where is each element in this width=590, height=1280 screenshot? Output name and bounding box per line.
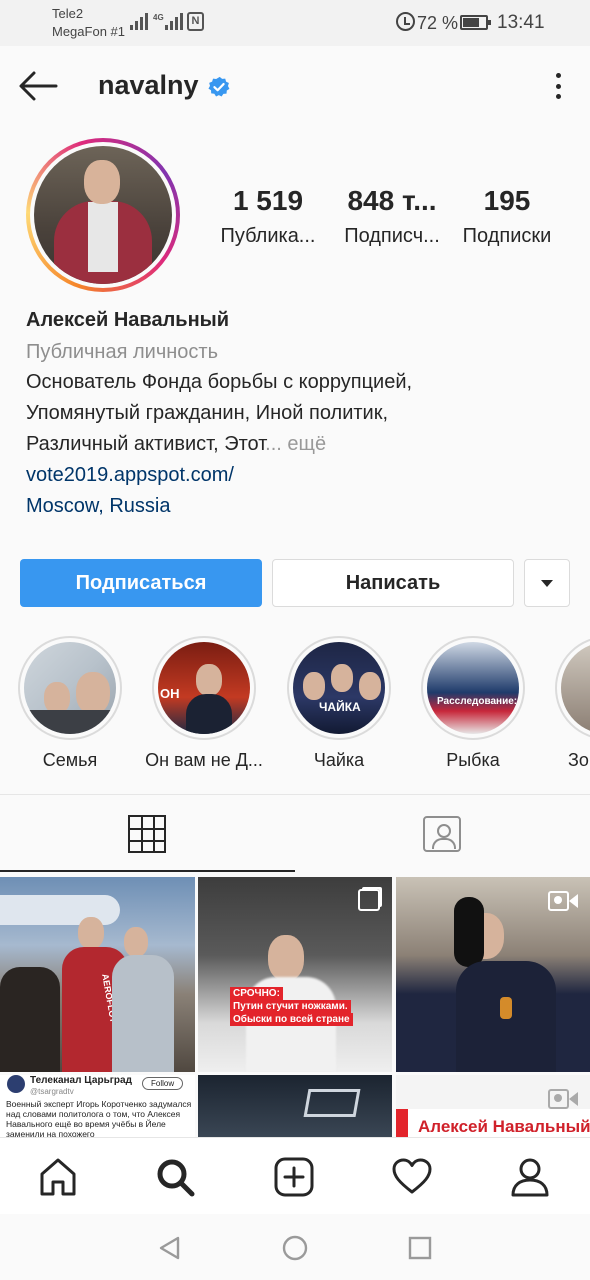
stat-posts[interactable]: 1 519 Публика... bbox=[206, 185, 330, 248]
status-bar: Tele2 MegaFon #1 4G N 72 % 13:41 bbox=[0, 0, 590, 46]
posts-label: Публика... bbox=[220, 225, 316, 247]
add-post-icon[interactable] bbox=[273, 1156, 315, 1198]
post-thumbnail[interactable]: Алексей Навальный bbox=[396, 1075, 590, 1137]
battery-percent: 72 % bbox=[417, 13, 459, 33]
grid-icon bbox=[128, 815, 166, 853]
story-highlights: Семья ОН Он вам не Д... ЧАЙКА Чайка Расс… bbox=[0, 636, 590, 781]
more-vertical-icon[interactable] bbox=[548, 70, 568, 102]
bio-line: Различный активист, Этот bbox=[26, 433, 266, 455]
bio-line: Упомянутый гражданин, Иной политик, bbox=[26, 402, 389, 424]
clock: 13:41 bbox=[497, 12, 545, 33]
system-home-icon[interactable] bbox=[281, 1234, 309, 1262]
highlight-item[interactable]: Расследование: Рыбка bbox=[406, 636, 540, 771]
highlight-cover bbox=[24, 642, 116, 734]
posts-count: 1 519 bbox=[232, 185, 304, 216]
system-back-icon[interactable] bbox=[156, 1234, 184, 1262]
post-thumbnail[interactable] bbox=[198, 1075, 392, 1137]
post-banner: Алексей Навальный bbox=[418, 1117, 590, 1136]
highlight-item[interactable]: Зо bbox=[540, 636, 590, 771]
signal-strength-icon bbox=[165, 12, 183, 30]
video-icon bbox=[548, 1089, 578, 1109]
tweet-follow: Follow bbox=[142, 1077, 184, 1090]
post-thumbnail[interactable]: Телеканал Царьград @tsargradtv Follow Во… bbox=[0, 1075, 195, 1137]
verified-badge-icon bbox=[208, 76, 230, 97]
following-count: 195 bbox=[483, 185, 531, 216]
bottom-navigation bbox=[0, 1137, 590, 1214]
carrier-primary: Tele2 bbox=[52, 6, 84, 21]
highlight-label: Рыбка bbox=[446, 750, 500, 770]
tagged-photos-icon bbox=[423, 816, 461, 852]
bio-line: Основатель Фонда борьбы с коррупцией, bbox=[26, 371, 413, 393]
profile-header: navalny bbox=[0, 46, 590, 130]
highlight-label: Семья bbox=[42, 750, 98, 770]
highlight-cover: ОН bbox=[158, 642, 250, 734]
profile-icon[interactable] bbox=[509, 1156, 551, 1198]
post-headline: Путин стучит ножками. bbox=[230, 1000, 351, 1013]
highlight-cover-text: ОН bbox=[160, 686, 180, 701]
network-type: 4G bbox=[153, 13, 164, 22]
tabs-divider bbox=[0, 794, 590, 795]
account-category: Публичная личность bbox=[26, 341, 218, 363]
avatar-photo bbox=[34, 146, 172, 284]
carrier-secondary: MegaFon #1 bbox=[52, 24, 125, 39]
highlight-cover-text: ЧАЙКА bbox=[319, 700, 361, 714]
post-thumbnail[interactable]: AEROFLOT bbox=[0, 877, 195, 1072]
tweet-handle: @tsargradtv bbox=[30, 1087, 74, 1096]
highlight-item[interactable]: Семья bbox=[3, 636, 137, 771]
post-thumbnail[interactable] bbox=[396, 877, 590, 1072]
following-label: Подписки bbox=[462, 225, 552, 247]
home-icon[interactable] bbox=[37, 1156, 79, 1198]
system-recents-icon[interactable] bbox=[406, 1234, 434, 1262]
highlight-item[interactable]: ЧАЙКА Чайка bbox=[272, 636, 406, 771]
follow-button[interactable]: Подписаться bbox=[20, 559, 262, 607]
post-thumbnail[interactable]: СРОЧНО: Путин стучит ножками. Обыски по … bbox=[198, 877, 392, 1072]
tab-posts-grid[interactable] bbox=[0, 796, 295, 872]
followers-label: Подписч... bbox=[344, 225, 440, 247]
highlight-cover: ЧАЙКА bbox=[293, 642, 385, 734]
highlight-label: Чайка bbox=[313, 750, 365, 770]
message-button[interactable]: Написать bbox=[272, 559, 514, 607]
location-link[interactable]: Moscow, Russia bbox=[26, 491, 576, 522]
website-link[interactable]: vote2019.appspot.com/ bbox=[26, 460, 576, 491]
suggested-accounts-button[interactable] bbox=[524, 559, 570, 607]
search-icon[interactable] bbox=[154, 1156, 196, 1198]
highlight-cover bbox=[561, 642, 590, 734]
tweet-channel: Телеканал Царьград bbox=[30, 1075, 132, 1086]
tab-tagged[interactable] bbox=[295, 796, 590, 872]
highlight-label: Он вам не Д... bbox=[145, 750, 263, 770]
chevron-down-icon bbox=[541, 580, 553, 587]
battery-icon bbox=[460, 15, 491, 30]
highlight-cover: Расследование: bbox=[427, 642, 519, 734]
arrow-left-icon[interactable] bbox=[16, 68, 60, 104]
highlight-item[interactable]: ОН Он вам не Д... bbox=[137, 636, 271, 771]
carousel-icon bbox=[358, 889, 380, 911]
bio-line-truncated: Различный активист, Этот... ещё bbox=[26, 429, 576, 460]
stat-following[interactable]: 195 Подписки bbox=[445, 185, 569, 248]
profile-bio: Алексей Навальный Публичная личность Осн… bbox=[26, 305, 576, 522]
highlight-cover-text: Расследование: bbox=[437, 696, 518, 707]
post-headline: СРОЧНО: bbox=[230, 987, 283, 1000]
username: navalny bbox=[98, 70, 199, 100]
profile-avatar[interactable] bbox=[26, 138, 180, 292]
profile-stats: 1 519 Публика... 848 т... Подписч... 195… bbox=[200, 185, 580, 255]
full-name: Алексей Навальный bbox=[26, 309, 230, 331]
activity-heart-icon[interactable] bbox=[391, 1156, 433, 1198]
nfc-icon: N bbox=[187, 12, 204, 31]
highlight-label: Зо bbox=[568, 750, 589, 770]
stat-followers[interactable]: 848 т... Подписч... bbox=[330, 185, 454, 248]
bio-more-link[interactable]: ... ещё bbox=[265, 433, 326, 455]
followers-count: 848 т... bbox=[347, 185, 437, 216]
posts-grid: AEROFLOT СРОЧНО: Путин стучит ножками. О… bbox=[0, 877, 590, 1137]
alarm-icon bbox=[396, 12, 415, 31]
post-headline: Обыски по всей стране bbox=[230, 1013, 353, 1026]
tweet-text: Военный эксперт Игорь Коротченко задумал… bbox=[6, 1099, 192, 1137]
channel-logo-icon bbox=[7, 1075, 25, 1093]
video-icon bbox=[548, 891, 578, 911]
signal-strength-icon bbox=[130, 12, 148, 30]
system-navigation bbox=[0, 1214, 590, 1280]
